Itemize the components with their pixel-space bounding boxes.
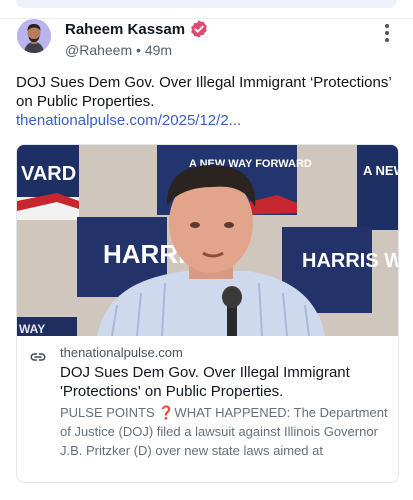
top-search-bar[interactable] [16, 0, 397, 8]
sign-text-vard: VARD [21, 163, 76, 185]
card-domain: thenationalpulse.com [60, 345, 183, 360]
sign-text-harris-walz: HARRIS WALZ [302, 250, 398, 272]
sign-text-new: A NEW [363, 163, 398, 178]
post-time[interactable]: 49m [145, 42, 172, 58]
post-meta: @Raheem • 49m [65, 42, 209, 58]
card-description: PULSE POINTS ❓WHAT HAPPENED: The Departm… [60, 405, 388, 458]
card-title[interactable]: DOJ Sues Dem Gov. Over Illegal Immigrant… [60, 363, 390, 401]
post-header: Raheem Kassam @Raheem • 49m [17, 19, 397, 59]
post-text: DOJ Sues Dem Gov. Over Illegal Immigrant… [16, 74, 392, 110]
article-image: VARD A NEW WAY FORWARD A NEW HARRIS HARR… [17, 145, 398, 336]
post-text-block: DOJ Sues Dem Gov. Over Illegal Immigrant… [16, 73, 398, 130]
link-card[interactable]: VARD A NEW WAY FORWARD A NEW HARRIS HARR… [16, 144, 399, 483]
sign-text-way: WAY [19, 322, 45, 336]
link-icon [30, 353, 46, 361]
author-block: Raheem Kassam @Raheem • 49m [65, 19, 209, 58]
more-vertical-icon[interactable] [381, 24, 393, 46]
author-name[interactable]: Raheem Kassam [65, 21, 185, 38]
meta-separator: • [136, 42, 141, 58]
author-handle[interactable]: @Raheem [65, 42, 132, 58]
avatar[interactable] [17, 19, 51, 53]
post-link[interactable]: thenationalpulse.com/2025/12/2... [16, 111, 398, 130]
verified-badge-icon [191, 20, 207, 38]
